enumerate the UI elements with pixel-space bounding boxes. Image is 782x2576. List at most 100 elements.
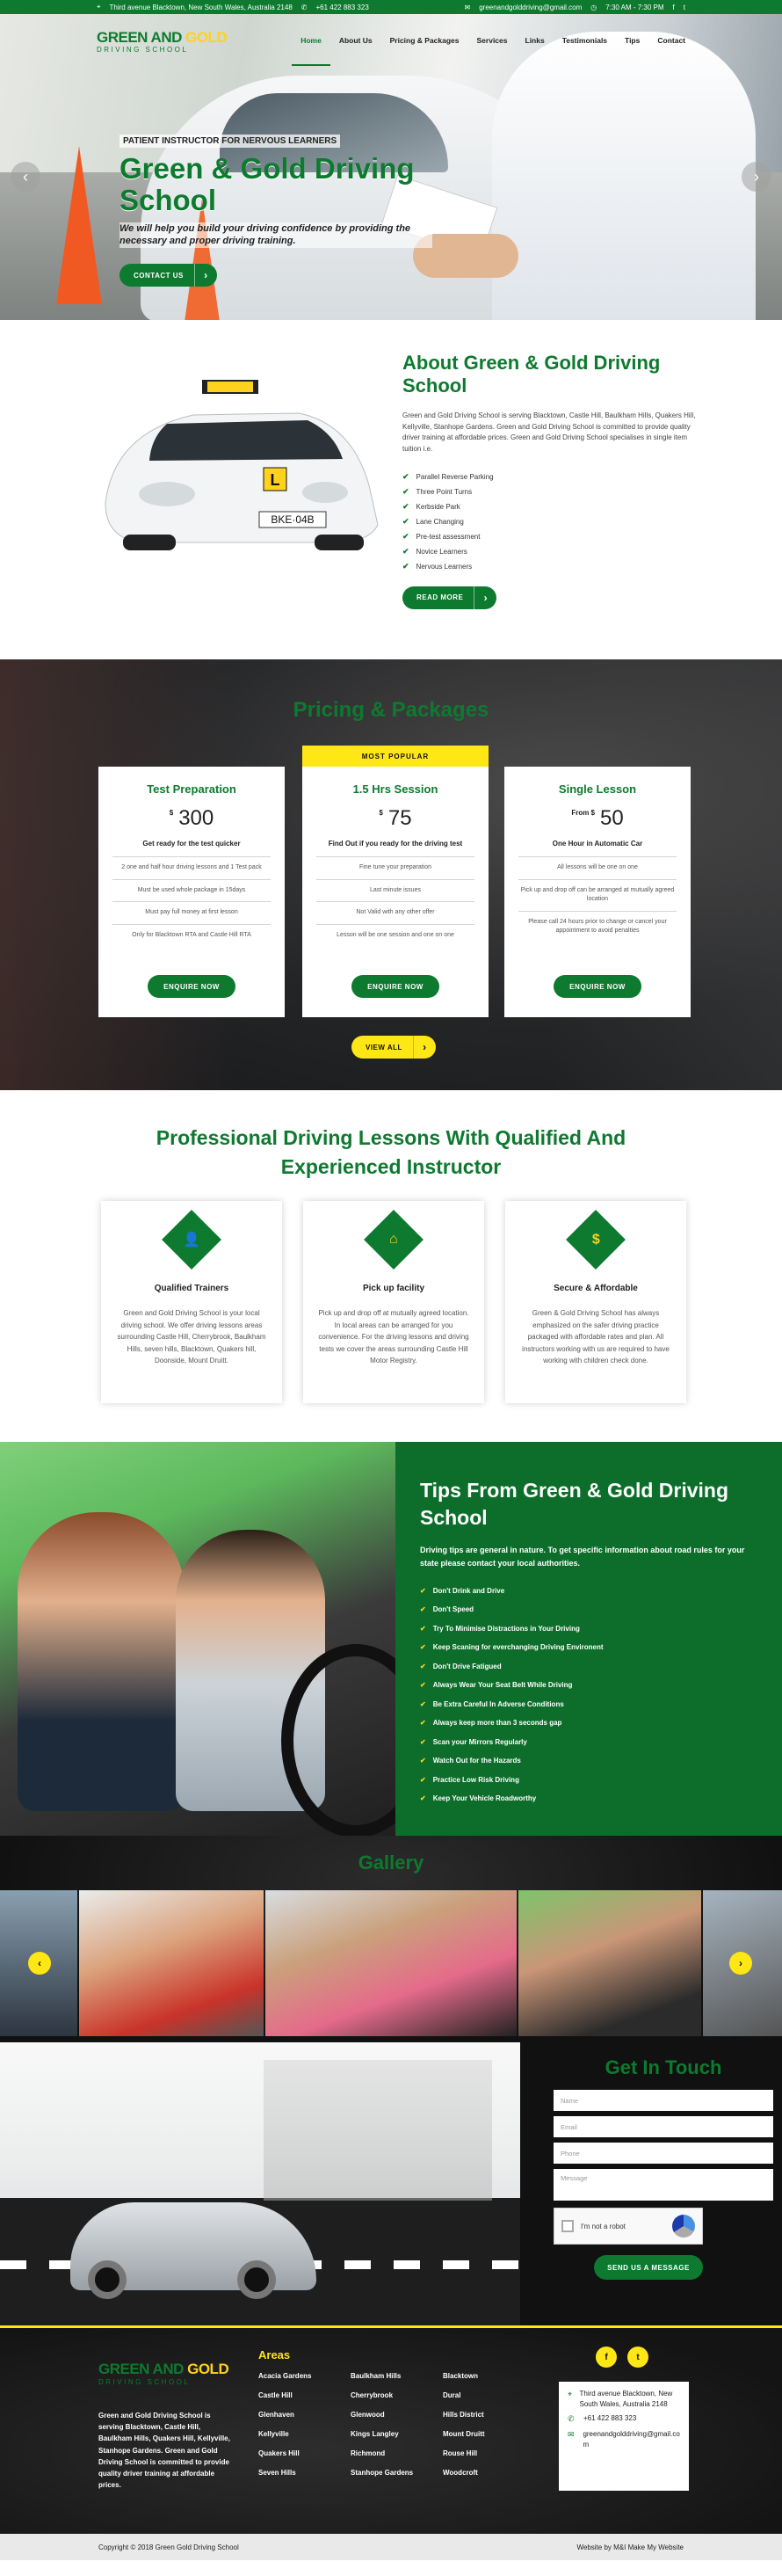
services-list: ✔ Parallel Reverse Parking ✔ Three Point T… xyxy=(402,469,701,574)
nav-item-pricing[interactable]: Pricing & Packages xyxy=(381,17,468,66)
list-item: ✔ Parallel Reverse Parking xyxy=(402,469,701,484)
hero-title: Green & Gold Driving School xyxy=(119,152,415,217)
enquire-now-button[interactable]: ENQUIRE NOW xyxy=(351,975,439,998)
gallery-next-button[interactable]: › xyxy=(729,1952,752,1975)
plan-subtitle: One Hour in Automatic Car xyxy=(552,840,643,848)
plan-name: 1.5 Hrs Session xyxy=(352,782,438,796)
topbar-email[interactable]: greenandgolddriving@gmail.com xyxy=(479,4,582,11)
plan-card-test-preparation: Test Preparation $300 Get ready for the … xyxy=(98,767,285,1017)
plan-card-session: 1.5 Hrs Session $75 Find Out if you read… xyxy=(302,767,489,1017)
gallery-image[interactable] xyxy=(79,1890,264,2036)
student-image xyxy=(18,1512,185,1811)
nav-item-services[interactable]: Services xyxy=(468,17,517,66)
list-item: ✔ Always Wear Your Seat Belt While Drivin… xyxy=(420,1676,756,1695)
nav-item-about[interactable]: About Us xyxy=(330,17,381,66)
home-icon: ⌂ xyxy=(364,1210,424,1270)
area-link[interactable]: Dural xyxy=(443,2386,513,2405)
phone-icon: ✆ xyxy=(568,2414,575,2423)
instructor-image xyxy=(492,32,756,320)
enquire-now-button[interactable]: ENQUIRE NOW xyxy=(148,975,235,998)
email-field[interactable]: Email xyxy=(554,2116,773,2137)
area-link[interactable]: Blacktown xyxy=(443,2367,513,2386)
pricing-section: Pricing & Packages MOST POPULAR Test Pre… xyxy=(0,659,782,1090)
slider-next-button[interactable]: › xyxy=(742,162,771,192)
site-logo[interactable]: GREEN AND GOLD DRIVING SCHOOL xyxy=(97,30,228,54)
nav-item-tips[interactable]: Tips xyxy=(616,17,648,66)
check-icon: ✔ xyxy=(402,486,409,496)
list-item: ✔ Practice Low Risk Driving xyxy=(420,1771,756,1790)
car-wheel xyxy=(237,2260,276,2299)
check-icon: ✔ xyxy=(420,1757,426,1765)
phone-field[interactable]: Phone xyxy=(554,2143,773,2164)
plan-card-single-lesson: Single Lesson From $50 One Hour in Autom… xyxy=(504,767,691,1017)
area-link[interactable]: Mount Druitt xyxy=(443,2425,513,2444)
view-all-button[interactable]: VIEW ALL › xyxy=(351,1036,436,1059)
name-field[interactable]: Name xyxy=(554,2090,773,2111)
list-item: ✔ Novice Learners xyxy=(402,544,701,559)
message-field[interactable]: Message xyxy=(554,2169,773,2201)
area-link[interactable]: Cherrybrook xyxy=(351,2386,443,2405)
gallery-image[interactable] xyxy=(518,1890,701,2036)
enquire-now-button[interactable]: ENQUIRE NOW xyxy=(554,975,641,998)
nav-item-home[interactable]: Home xyxy=(292,17,330,66)
check-icon: ✔ xyxy=(420,1794,426,1803)
plan-subtitle: Find Out if you ready for the driving te… xyxy=(328,840,463,848)
nav-item-contact[interactable]: Contact xyxy=(648,17,694,66)
area-link[interactable]: Woodcroft xyxy=(443,2463,513,2483)
area-link[interactable]: Richmond xyxy=(351,2444,443,2463)
recaptcha-checkbox[interactable] xyxy=(561,2220,574,2232)
area-link[interactable]: Kellyville xyxy=(258,2425,351,2444)
nav-item-links[interactable]: Links xyxy=(517,17,554,66)
location-icon: ⌖ xyxy=(568,2390,573,2398)
list-item: ✔ Watch Out for the Hazards xyxy=(420,1751,756,1771)
send-message-button[interactable]: SEND US A MESSAGE xyxy=(594,2255,703,2280)
footer-phone[interactable]: +61 422 883 323 xyxy=(583,2413,636,2426)
chevron-right-icon: › xyxy=(412,1036,436,1059)
area-link[interactable]: Castle Hill xyxy=(258,2386,351,2405)
topbar-phone[interactable]: +61 422 883 323 xyxy=(315,4,368,11)
list-item: ✔ Keep Your Vehicle Roadworthy xyxy=(420,1789,756,1808)
facebook-icon[interactable]: f xyxy=(596,2347,617,2368)
area-link[interactable]: Hills District xyxy=(443,2405,513,2425)
slider-prev-button[interactable]: ‹ xyxy=(11,162,40,192)
check-icon: ✔ xyxy=(420,1681,426,1690)
area-link[interactable]: Seven Hills xyxy=(258,2463,351,2483)
facebook-icon[interactable]: f xyxy=(673,4,675,11)
website-credit-link[interactable]: Website by M&I Make My Website xyxy=(576,2543,684,2551)
read-more-button[interactable]: READ MORE › xyxy=(402,586,497,609)
contact-section: Get In Touch Name Email Phone Message I'… xyxy=(0,2042,782,2325)
list-item: ✔ Try To Minimise Distractions in Your Dr… xyxy=(420,1619,756,1639)
copyright-bar: Copyright © 2018 Green Gold Driving Scho… xyxy=(0,2534,782,2560)
area-link[interactable]: Stanhope Gardens xyxy=(351,2463,443,2483)
check-icon: ✔ xyxy=(420,1699,426,1708)
phone-icon: ✆ xyxy=(300,3,308,11)
area-link[interactable]: Quakers Hill xyxy=(258,2444,351,2463)
area-link[interactable]: Rouse Hill xyxy=(443,2444,513,2463)
check-icon: ✔ xyxy=(420,1737,426,1746)
about-content: About Green & Gold Driving School Green … xyxy=(402,352,701,609)
nav-item-testimonials[interactable]: Testimonials xyxy=(554,17,616,66)
plan-price: $75 xyxy=(379,806,412,830)
tips-section: Tips From Green & Gold Driving School Dr… xyxy=(0,1442,782,1837)
footer-social: f t xyxy=(596,2347,648,2368)
area-link[interactable]: Acacia Gardens xyxy=(258,2367,351,2386)
area-link[interactable]: Glenwood xyxy=(351,2405,443,2425)
list-item: ✔ Lane Changing xyxy=(402,514,701,529)
area-link[interactable]: Glenhaven xyxy=(258,2405,351,2425)
topbar-hours: 7:30 AM - 7:30 PM xyxy=(605,3,664,11)
area-link[interactable]: Kings Langley xyxy=(351,2425,443,2444)
footer-email[interactable]: greenandgolddriving@gmail.com xyxy=(583,2429,680,2450)
gallery-image[interactable] xyxy=(265,1890,517,2036)
twitter-icon[interactable]: t xyxy=(684,4,685,11)
list-item: ✔ Pre-test assessment xyxy=(402,529,701,544)
svg-text:L: L xyxy=(271,471,280,489)
plan-features: 2 one and half hour driving lessons and … xyxy=(112,856,271,946)
contact-us-button[interactable]: CONTACT US › xyxy=(119,264,217,287)
check-icon: ✔ xyxy=(402,501,409,511)
twitter-icon[interactable]: t xyxy=(627,2347,648,2368)
check-icon: ✔ xyxy=(402,561,409,571)
gallery-prev-button[interactable]: ‹ xyxy=(28,1952,51,1975)
hero-text: We will help you build your driving conf… xyxy=(119,222,432,249)
footer-logo[interactable]: GREEN AND GOLD DRIVING SCHOOL xyxy=(98,2361,229,2386)
area-link[interactable]: Baulkham Hills xyxy=(351,2367,443,2386)
